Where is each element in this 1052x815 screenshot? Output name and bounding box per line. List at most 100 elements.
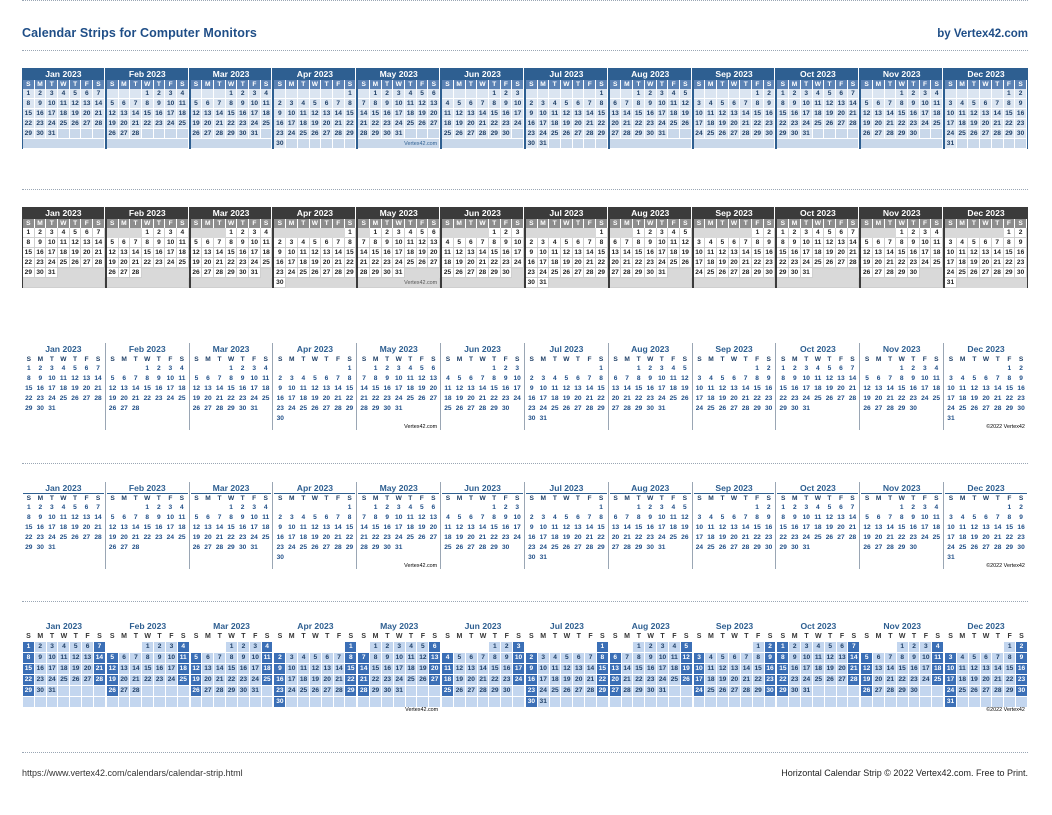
day-cell[interactable]: 10 [693,248,706,258]
day-cell[interactable]: 8 [595,513,607,523]
day-cell[interactable]: 11 [260,513,272,523]
day-cell[interactable]: 7 [93,642,105,652]
day-cell[interactable]: 20 [835,384,847,394]
day-cell[interactable]: 26 [824,394,836,404]
day-cell[interactable]: 8 [23,238,35,248]
day-cell[interactable]: 12 [454,384,466,394]
day-cell[interactable]: 26 [824,533,836,543]
day-cell[interactable]: 15 [344,248,357,258]
day-cell[interactable]: 21 [358,119,370,129]
day-cell[interactable]: 25 [931,258,944,268]
day-cell[interactable]: 24 [165,394,177,404]
day-cell[interactable]: 9 [1016,653,1027,663]
day-cell[interactable]: 7 [884,653,896,663]
day-cell[interactable]: 16 [381,248,394,258]
day-cell[interactable]: 6 [835,89,848,99]
day-cell[interactable]: 30 [644,543,656,553]
day-cell[interactable]: 13 [428,513,440,523]
day-cell[interactable]: 2 [644,228,657,238]
day-cell[interactable]: 16 [1015,248,1027,258]
day-cell[interactable]: 19 [309,533,321,543]
day-cell[interactable]: 21 [848,664,860,674]
day-cell[interactable]: 2 [34,642,46,652]
day-cell[interactable]: 10 [249,99,261,109]
day-cell[interactable]: 3 [286,374,298,384]
day-cell[interactable]: 7 [477,513,489,523]
day-cell[interactable]: 30 [381,129,394,139]
day-cell[interactable]: 22 [896,533,908,543]
day-cell[interactable]: 10 [393,99,406,109]
day-cell[interactable]: 5 [717,238,729,248]
day-cell[interactable]: 14 [847,99,860,109]
day-cell[interactable]: 23 [1015,258,1027,268]
day-cell[interactable]: 16 [525,675,537,685]
day-cell[interactable]: 17 [393,248,406,258]
day-cell[interactable]: 30 [763,268,776,278]
day-cell[interactable]: 22 [142,675,154,685]
day-cell[interactable]: 14 [740,248,753,258]
day-cell[interactable]: 11 [58,653,70,663]
day-cell[interactable]: 28 [358,543,370,553]
day-cell[interactable]: 15 [344,109,357,119]
day-cell[interactable]: 21 [214,533,226,543]
day-cell[interactable]: 14 [93,238,105,248]
day-cell[interactable]: 18 [812,109,825,119]
day-cell[interactable]: 20 [202,394,214,404]
day-cell[interactable]: 20 [572,394,584,404]
day-cell[interactable]: 13 [835,513,847,523]
day-cell[interactable]: 23 [644,533,656,543]
day-cell[interactable]: 14 [214,248,226,258]
day-cell[interactable]: 12 [191,384,203,394]
day-cell[interactable]: 9 [274,523,286,533]
day-cell[interactable]: 1 [777,503,789,513]
day-cell[interactable]: 1 [777,228,790,238]
day-cell[interactable]: 6 [428,89,441,99]
day-cell[interactable]: 13 [465,664,477,674]
day-cell[interactable]: 22 [141,258,154,268]
day-cell[interactable]: 17 [165,384,177,394]
day-cell[interactable]: 28 [477,404,489,414]
day-cell[interactable]: 24 [919,533,931,543]
day-cell[interactable]: 3 [693,238,706,248]
day-cell[interactable]: 16 [237,109,250,119]
day-cell[interactable]: 2 [34,228,47,238]
day-cell[interactable]: 20 [118,675,130,685]
day-cell[interactable]: 14 [130,523,142,533]
day-cell[interactable]: 19 [824,523,836,533]
day-cell[interactable]: 11 [705,248,717,258]
day-cell[interactable]: 27 [873,686,884,696]
day-cell[interactable]: 24 [800,258,813,268]
day-cell[interactable]: 19 [106,675,118,685]
day-cell[interactable]: 20 [118,119,131,129]
day-cell[interactable]: 16 [763,109,776,119]
day-cell[interactable]: 7 [584,238,597,248]
day-cell[interactable]: 10 [945,109,957,119]
day-cell[interactable]: 8 [1003,238,1016,248]
day-cell[interactable]: 13 [872,248,885,258]
day-cell[interactable]: 18 [549,675,561,685]
day-cell[interactable]: 20 [465,533,477,543]
day-cell[interactable]: 15 [751,384,763,394]
day-cell[interactable]: 9 [153,238,166,248]
day-cell[interactable]: 19 [824,248,836,258]
day-cell[interactable]: 30 [1015,543,1027,553]
day-cell[interactable]: 27 [82,675,93,685]
day-cell[interactable]: 24 [393,119,406,129]
day-cell[interactable]: 10 [513,653,524,663]
day-cell[interactable]: 17 [919,384,931,394]
day-cell[interactable]: 8 [370,653,381,663]
day-cell[interactable]: 12 [861,248,873,258]
day-cell[interactable]: 13 [465,248,478,258]
day-cell[interactable]: 31 [657,686,668,696]
day-cell[interactable]: 20 [572,533,584,543]
day-cell[interactable]: 27 [836,675,848,685]
month-block[interactable]: Dec 2023 S M T W T F S 1 2 3 4 5 6 7 8 9 10 11 12 13 14 15 16 17… [944,343,1028,430]
day-cell[interactable]: 19 [679,384,691,394]
day-cell[interactable]: 4 [668,89,680,99]
day-cell[interactable]: 14 [333,664,345,674]
day-cell[interactable]: 26 [861,543,873,553]
day-cell[interactable]: 26 [106,129,119,139]
day-cell[interactable]: 12 [717,248,729,258]
day-cell[interactable]: 20 [321,675,333,685]
day-cell[interactable]: 31 [248,404,260,414]
